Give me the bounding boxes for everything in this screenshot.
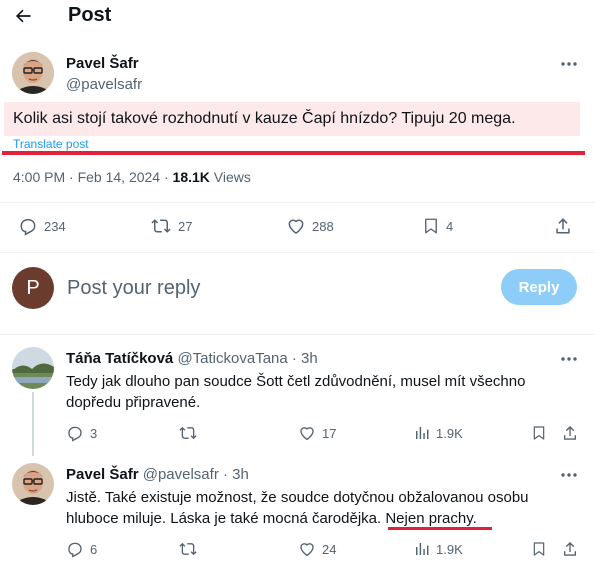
heart-icon: [300, 427, 314, 441]
like-action[interactable]: 17: [298, 424, 336, 442]
reply-time[interactable]: · 3h: [223, 466, 249, 483]
like-count: 17: [322, 425, 337, 441]
author-name[interactable]: Pavel Šafr: [66, 55, 139, 72]
reply-author-handle[interactable]: @pavelsafr: [143, 466, 219, 483]
more-options-icon[interactable]: [556, 466, 582, 484]
reply-count: 234: [44, 218, 66, 234]
divider: [0, 202, 595, 203]
annotation-underline: [388, 527, 492, 530]
post-meta: 4:00 PM · Feb 14, 2024 · 18.1K Views: [13, 169, 251, 185]
heart-icon: [288, 219, 304, 234]
reply-time[interactable]: · 3h: [292, 350, 318, 367]
divider: [0, 334, 595, 335]
reply-text: Tedy jak dlouho pan soudce Šott četl zdů…: [66, 373, 526, 411]
share-icon[interactable]: [561, 540, 579, 558]
reply-action[interactable]: 234: [18, 216, 66, 236]
repost-count: 27: [178, 218, 193, 234]
repost-action[interactable]: [178, 424, 204, 442]
reply-author-name[interactable]: Pavel Šafr: [66, 466, 139, 483]
reply-icon: [20, 219, 36, 236]
heart-icon: [300, 543, 314, 557]
share-icon[interactable]: [561, 424, 579, 442]
analytics-icon: [416, 543, 429, 555]
author-avatar[interactable]: [12, 52, 54, 94]
like-action[interactable]: 288: [286, 216, 334, 236]
author-handle[interactable]: @pavelsafr: [66, 76, 142, 93]
views-action[interactable]: 1.9K: [414, 424, 463, 442]
views-label: Views: [209, 169, 251, 185]
analytics-icon: [416, 427, 429, 439]
page-title: Post: [68, 4, 112, 26]
reply-author-name[interactable]: Táňa Tatíčková: [66, 350, 173, 367]
like-count: 288: [312, 218, 334, 234]
repost-icon: [151, 219, 171, 233]
views-count: 1.9K: [436, 541, 463, 557]
annotation-underline: [2, 151, 585, 155]
reply-count: 6: [90, 541, 98, 557]
reply-header: Pavel Šafr @pavelsafr · 3h: [66, 466, 249, 483]
share-icon[interactable]: [552, 216, 574, 236]
reply-action[interactable]: 6: [66, 540, 97, 558]
repost-icon: [179, 426, 197, 440]
reply-count: 3: [90, 425, 98, 441]
reply-header: Táňa Tatíčková @TatickovaTana · 3h: [66, 350, 318, 367]
like-count: 24: [322, 541, 337, 557]
reply-button[interactable]: Reply: [501, 269, 577, 305]
bookmark-icon[interactable]: [530, 540, 548, 558]
reply-author-handle[interactable]: @TatickovaTana: [177, 350, 287, 367]
reply-icon: [68, 426, 82, 442]
repost-action[interactable]: [178, 540, 204, 558]
views-count: 1.9K: [436, 425, 463, 441]
back-arrow-icon[interactable]: [10, 4, 36, 28]
more-options-icon[interactable]: [556, 350, 582, 368]
bookmark-icon: [425, 218, 437, 234]
reply-avatar[interactable]: [12, 347, 54, 389]
repost-action[interactable]: 27: [150, 216, 192, 236]
composer-avatar: P: [12, 267, 54, 309]
views-action[interactable]: 1.9K: [414, 540, 463, 558]
thread-line: [32, 392, 34, 456]
post-text: Kolik asi stojí takové rozhodnutí v kauz…: [13, 110, 516, 127]
reply-action[interactable]: 3: [66, 424, 97, 442]
bookmark-count: 4: [446, 218, 454, 234]
reply-icon: [68, 542, 82, 558]
reply-input[interactable]: Post your reply: [67, 277, 200, 300]
reply-avatar[interactable]: [12, 463, 54, 505]
repost-icon: [179, 542, 197, 556]
views-count: 18.1K: [172, 169, 210, 185]
bookmark-icon[interactable]: [530, 424, 548, 442]
reply-text: Jistě. Také existuje možnost, že soudce …: [66, 489, 529, 527]
more-options-icon[interactable]: [556, 55, 582, 73]
bookmark-action[interactable]: 4: [422, 216, 453, 236]
post-timestamp[interactable]: 4:00 PM · Feb 14, 2024 ·: [13, 169, 173, 185]
like-action[interactable]: 24: [298, 540, 336, 558]
translate-post-link[interactable]: Translate post: [13, 137, 89, 151]
divider: [0, 252, 595, 253]
